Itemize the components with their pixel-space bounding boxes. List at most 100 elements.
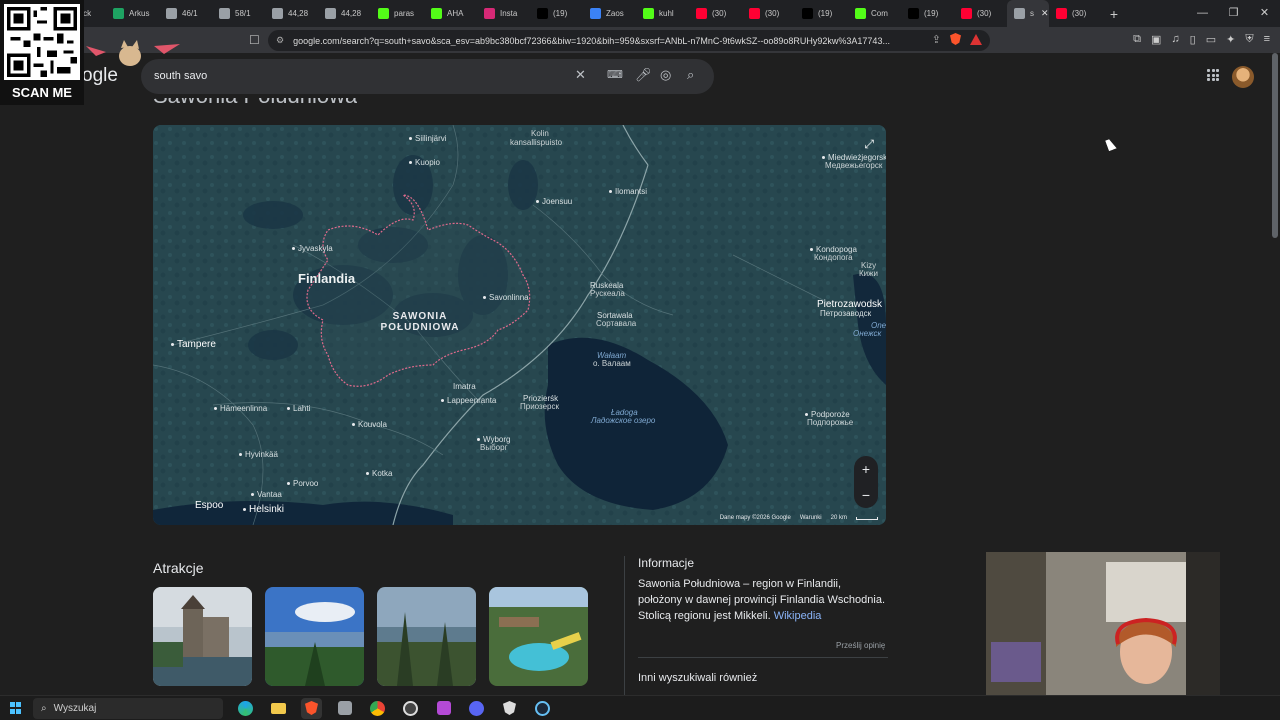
info-separator — [638, 657, 888, 658]
wikipedia-link[interactable]: Wikipedia — [774, 610, 822, 622]
search-box[interactable]: south savo ✕ ⌨ 🎤︎ ◎ ⌕ — [141, 59, 714, 94]
obs-icon[interactable] — [400, 698, 421, 719]
map-label-pietrozawodsk: Pietrozawodsk — [817, 299, 883, 310]
wallet-icon[interactable]: ▭ — [1206, 33, 1216, 46]
new-tab-button[interactable]: + — [1102, 6, 1126, 22]
map-label-kolin-1: Kolin — [531, 129, 549, 138]
search-icon[interactable]: ⌕ — [687, 67, 694, 83]
tab-label: Insta — [500, 9, 518, 18]
close-tab-icon[interactable]: ✕ — [1041, 8, 1049, 19]
site-settings-icon[interactable]: ⚙ — [276, 35, 284, 46]
browser-tab[interactable]: Insta — [477, 0, 530, 27]
screenshot-icon[interactable]: ▣ — [1151, 33, 1161, 46]
attraction-thumb-olavinlinna[interactable] — [153, 587, 252, 686]
close-window-button[interactable]: ✕ — [1249, 0, 1280, 27]
map-label-pietrozawodsk-ru: Петрозаводск — [820, 309, 872, 318]
steam-icon[interactable] — [532, 698, 553, 719]
share-icon[interactable]: ⇪ — [932, 33, 941, 46]
map-label-helsinki: Helsinki — [243, 505, 284, 515]
start-icon[interactable] — [10, 702, 22, 714]
tab-strip: (30) fKickArkus46/158/144,2844,28parasAH… — [0, 0, 1280, 27]
browser-tab[interactable]: 46/1 — [159, 0, 212, 27]
leo-ai-icon[interactable]: ✦ — [1226, 33, 1235, 46]
attraction-thumb-lake-view[interactable] — [265, 587, 364, 686]
extensions-icon[interactable]: ⧉ — [1133, 33, 1141, 46]
map-label-kotka: Kotka — [366, 470, 392, 478]
account-avatar[interactable] — [1232, 66, 1254, 88]
browser-tab[interactable]: kuhl — [636, 0, 689, 27]
tab-label: (30) — [977, 9, 992, 18]
scan-me-label: SCAN ME — [12, 85, 72, 100]
search-input[interactable]: south savo — [154, 70, 207, 82]
zoom-out-button[interactable]: − — [854, 482, 878, 508]
page-scrollbar[interactable] — [1270, 53, 1280, 695]
browser-tab[interactable]: Zaos — [583, 0, 636, 27]
window-controls: — ❐ ✕ — [1187, 0, 1280, 27]
map-label-podporoze-ru: Подпорожье — [807, 418, 854, 427]
instagram-icon — [484, 8, 495, 19]
keyboard-icon[interactable]: ⌨ — [607, 68, 623, 81]
feedback-link[interactable]: Prześlij opinię — [836, 641, 885, 650]
map-footer: Dane mapy ©2026 Google Warunki 20 km — [720, 515, 878, 521]
sidebar-icon[interactable]: ▯ — [1190, 33, 1196, 46]
chrome-icon[interactable] — [367, 698, 388, 719]
browser-tab[interactable]: (19) — [530, 0, 583, 27]
scrollbar-thumb[interactable] — [1272, 53, 1278, 238]
map-label-tampere: Tampere — [171, 340, 216, 350]
zoom-in-button[interactable]: + — [854, 456, 878, 482]
menu-icon[interactable]: ≡ — [1264, 33, 1270, 46]
browser-tab[interactable]: Com — [848, 0, 901, 27]
bookmark-icon[interactable]: ☐ — [249, 33, 260, 47]
browser-tab[interactable]: 58/1 — [212, 0, 265, 27]
app-icon[interactable] — [334, 698, 355, 719]
vpn-app-icon[interactable] — [499, 698, 520, 719]
brave-shield-icon[interactable] — [950, 33, 961, 45]
minimize-button[interactable]: — — [1187, 0, 1218, 27]
browser-tab[interactable]: (30) — [742, 0, 795, 27]
google-apps-icon[interactable] — [1207, 69, 1219, 81]
expand-map-icon[interactable]: ⤢ — [864, 137, 874, 152]
browser-tab[interactable]: AHA — [424, 0, 477, 27]
browser-tab[interactable]: (19) — [901, 0, 954, 27]
map-scale-label: 20 km — [830, 515, 847, 521]
map-terrain — [153, 125, 886, 525]
browser-tab[interactable]: (30) — [954, 0, 1007, 27]
attraction-thumb-water-park[interactable] — [489, 587, 588, 686]
vpn-icon[interactable]: ⛨ — [1245, 33, 1253, 46]
browser-tab[interactable]: Arkus — [106, 0, 159, 27]
search-icon: ⌕ — [41, 702, 47, 714]
map-terms-link[interactable]: Warunki — [800, 515, 822, 521]
address-bar[interactable]: ⚙ google.com/search?q=south+savo&sca_esv… — [268, 30, 990, 51]
attraction-thumb-forest-lake[interactable] — [377, 587, 476, 686]
map-label-priozersk-ru: Приозерск — [520, 402, 560, 411]
brave-icon[interactable] — [301, 697, 322, 719]
toolbar-right: ⧉ ▣ ♫ ▯ ▭ ✦ ⛨ ≡ — [1133, 33, 1270, 46]
map-label-finlandia: Finlandia — [298, 271, 356, 286]
maximize-button[interactable]: ❐ — [1218, 0, 1249, 27]
map-label-walaam-ru: о. Валаам — [593, 359, 631, 368]
youtube-icon — [1056, 8, 1067, 19]
browser-tab[interactable]: 44,28 — [318, 0, 371, 27]
map-label-ladoga-ru: Ладожское озеро — [591, 416, 656, 425]
file-explorer-icon[interactable] — [268, 698, 289, 719]
region-map[interactable]: Siilinjärvi Kolin kansallispuisto Kuopio… — [153, 125, 886, 525]
clear-icon[interactable]: ✕ — [575, 67, 586, 83]
url-text[interactable]: google.com/search?q=south+savo&sca_esv=a… — [293, 36, 913, 46]
browser-tab[interactable]: (30) — [1049, 0, 1102, 27]
taskbar-search[interactable]: ⌕ Wyszukaj — [33, 697, 223, 719]
browser-tab[interactable]: (30) — [689, 0, 742, 27]
music-icon[interactable]: ♫ — [1171, 33, 1179, 46]
browser-tab[interactable]: (19) — [795, 0, 848, 27]
discord-icon[interactable] — [466, 698, 487, 719]
tab-label: (19) — [924, 9, 939, 18]
browser-tab[interactable]: paras — [371, 0, 424, 27]
streamlabs-icon[interactable] — [433, 698, 454, 719]
microphone-icon[interactable]: 🎤︎ — [635, 67, 652, 83]
browser-tab[interactable]: s ✕ — [1007, 0, 1049, 27]
brave-rewards-icon[interactable] — [970, 34, 982, 45]
edge-icon[interactable] — [235, 698, 256, 719]
mouse-cursor-icon — [1105, 137, 1117, 152]
map-label-vantaa: Vantaa — [251, 491, 282, 499]
google-lens-icon[interactable]: ◎ — [660, 67, 671, 83]
browser-tab[interactable]: 44,28 — [265, 0, 318, 27]
